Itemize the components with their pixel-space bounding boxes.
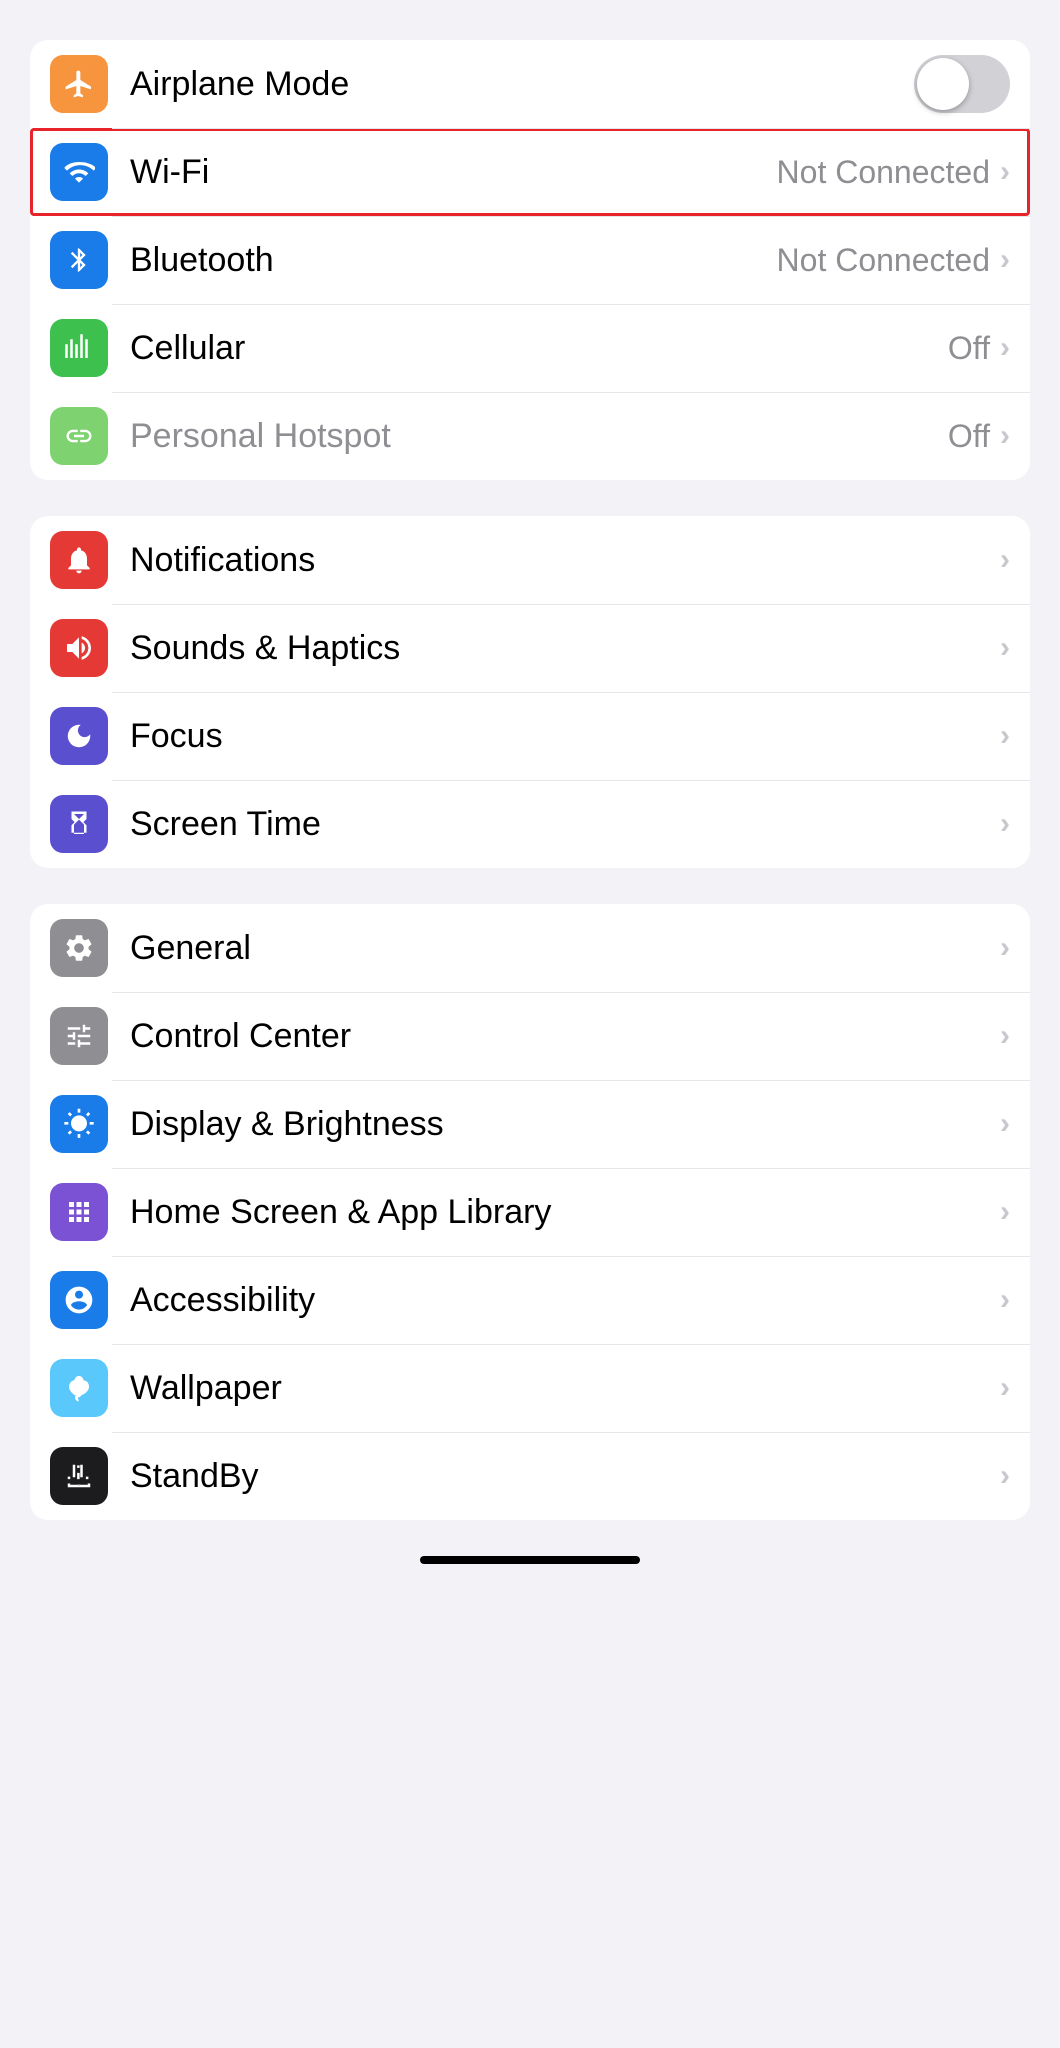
controlcenter-row[interactable]: Control Center › — [30, 992, 1030, 1080]
cellular-label: Cellular — [130, 329, 948, 368]
sounds-chevron: › — [1000, 631, 1010, 665]
wifi-value: Not Connected — [777, 154, 990, 191]
standby-label: StandBy — [130, 1457, 1000, 1496]
wifi-label: Wi-Fi — [130, 153, 777, 192]
hotspot-chevron: › — [1000, 419, 1010, 453]
notifications-row[interactable]: Notifications › — [30, 516, 1030, 604]
bluetooth-icon-wrap — [50, 231, 108, 289]
general-row[interactable]: General › — [30, 904, 1030, 992]
notifications-label: Notifications — [130, 541, 1000, 580]
airplane-mode-icon-wrap — [50, 55, 108, 113]
accessibility-label: Accessibility — [130, 1281, 1000, 1320]
wallpaper-icon-wrap — [50, 1359, 108, 1417]
wifi-row[interactable]: Wi-Fi Not Connected › — [30, 128, 1030, 216]
accessibility-chevron: › — [1000, 1283, 1010, 1317]
screentime-icon-wrap — [50, 795, 108, 853]
controlcenter-label: Control Center — [130, 1017, 1000, 1056]
general-label: General — [130, 929, 1000, 968]
screentime-chevron: › — [1000, 807, 1010, 841]
general-chevron: › — [1000, 931, 1010, 965]
bluetooth-value: Not Connected — [777, 242, 990, 279]
standby-icon-wrap — [50, 1447, 108, 1505]
sounds-row[interactable]: Sounds & Haptics › — [30, 604, 1030, 692]
cellular-chevron: › — [1000, 331, 1010, 365]
controlcenter-chevron: › — [1000, 1019, 1010, 1053]
wifi-icon-wrap — [50, 143, 108, 201]
notifications-chevron: › — [1000, 543, 1010, 577]
cellular-value: Off — [948, 330, 990, 367]
wallpaper-chevron: › — [1000, 1371, 1010, 1405]
standby-chevron: › — [1000, 1459, 1010, 1493]
screentime-row[interactable]: Screen Time › — [30, 780, 1030, 868]
sounds-icon-wrap — [50, 619, 108, 677]
displaybrightness-row[interactable]: Display & Brightness › — [30, 1080, 1030, 1168]
notifications-group: Notifications › Sounds & Haptics › Focus… — [30, 516, 1030, 868]
cellular-icon-wrap — [50, 319, 108, 377]
home-indicator — [420, 1556, 640, 1564]
accessibility-row[interactable]: Accessibility › — [30, 1256, 1030, 1344]
homescreen-icon-wrap — [50, 1183, 108, 1241]
standby-row[interactable]: StandBy › — [30, 1432, 1030, 1520]
bluetooth-chevron: › — [1000, 243, 1010, 277]
controlcenter-icon-wrap — [50, 1007, 108, 1065]
focus-row[interactable]: Focus › — [30, 692, 1030, 780]
focus-icon-wrap — [50, 707, 108, 765]
notifications-icon-wrap — [50, 531, 108, 589]
wallpaper-row[interactable]: Wallpaper › — [30, 1344, 1030, 1432]
display-group: General › Control Center › Display & Bri… — [30, 904, 1030, 1520]
hotspot-row[interactable]: Personal Hotspot Off › — [30, 392, 1030, 480]
homescreen-label: Home Screen & App Library — [130, 1193, 1000, 1232]
hotspot-icon-wrap — [50, 407, 108, 465]
displaybrightness-label: Display & Brightness — [130, 1105, 1000, 1144]
wifi-chevron: › — [1000, 155, 1010, 189]
homescreen-chevron: › — [1000, 1195, 1010, 1229]
hotspot-value: Off — [948, 418, 990, 455]
screentime-label: Screen Time — [130, 805, 1000, 844]
cellular-row[interactable]: Cellular Off › — [30, 304, 1030, 392]
airplane-mode-row[interactable]: Airplane Mode — [30, 40, 1030, 128]
toggle-knob — [917, 58, 969, 110]
wallpaper-label: Wallpaper — [130, 1369, 1000, 1408]
hotspot-label: Personal Hotspot — [130, 417, 948, 456]
general-icon-wrap — [50, 919, 108, 977]
displaybrightness-icon-wrap — [50, 1095, 108, 1153]
airplane-mode-label: Airplane Mode — [130, 65, 914, 104]
focus-chevron: › — [1000, 719, 1010, 753]
focus-label: Focus — [130, 717, 1000, 756]
airplane-mode-toggle[interactable] — [914, 55, 1010, 113]
sounds-label: Sounds & Haptics — [130, 629, 1000, 668]
connectivity-group: Airplane Mode Wi-Fi Not Connected › Blue… — [30, 40, 1030, 480]
bluetooth-row[interactable]: Bluetooth Not Connected › — [30, 216, 1030, 304]
bluetooth-label: Bluetooth — [130, 241, 777, 280]
homescreen-row[interactable]: Home Screen & App Library › — [30, 1168, 1030, 1256]
displaybrightness-chevron: › — [1000, 1107, 1010, 1141]
accessibility-icon-wrap — [50, 1271, 108, 1329]
